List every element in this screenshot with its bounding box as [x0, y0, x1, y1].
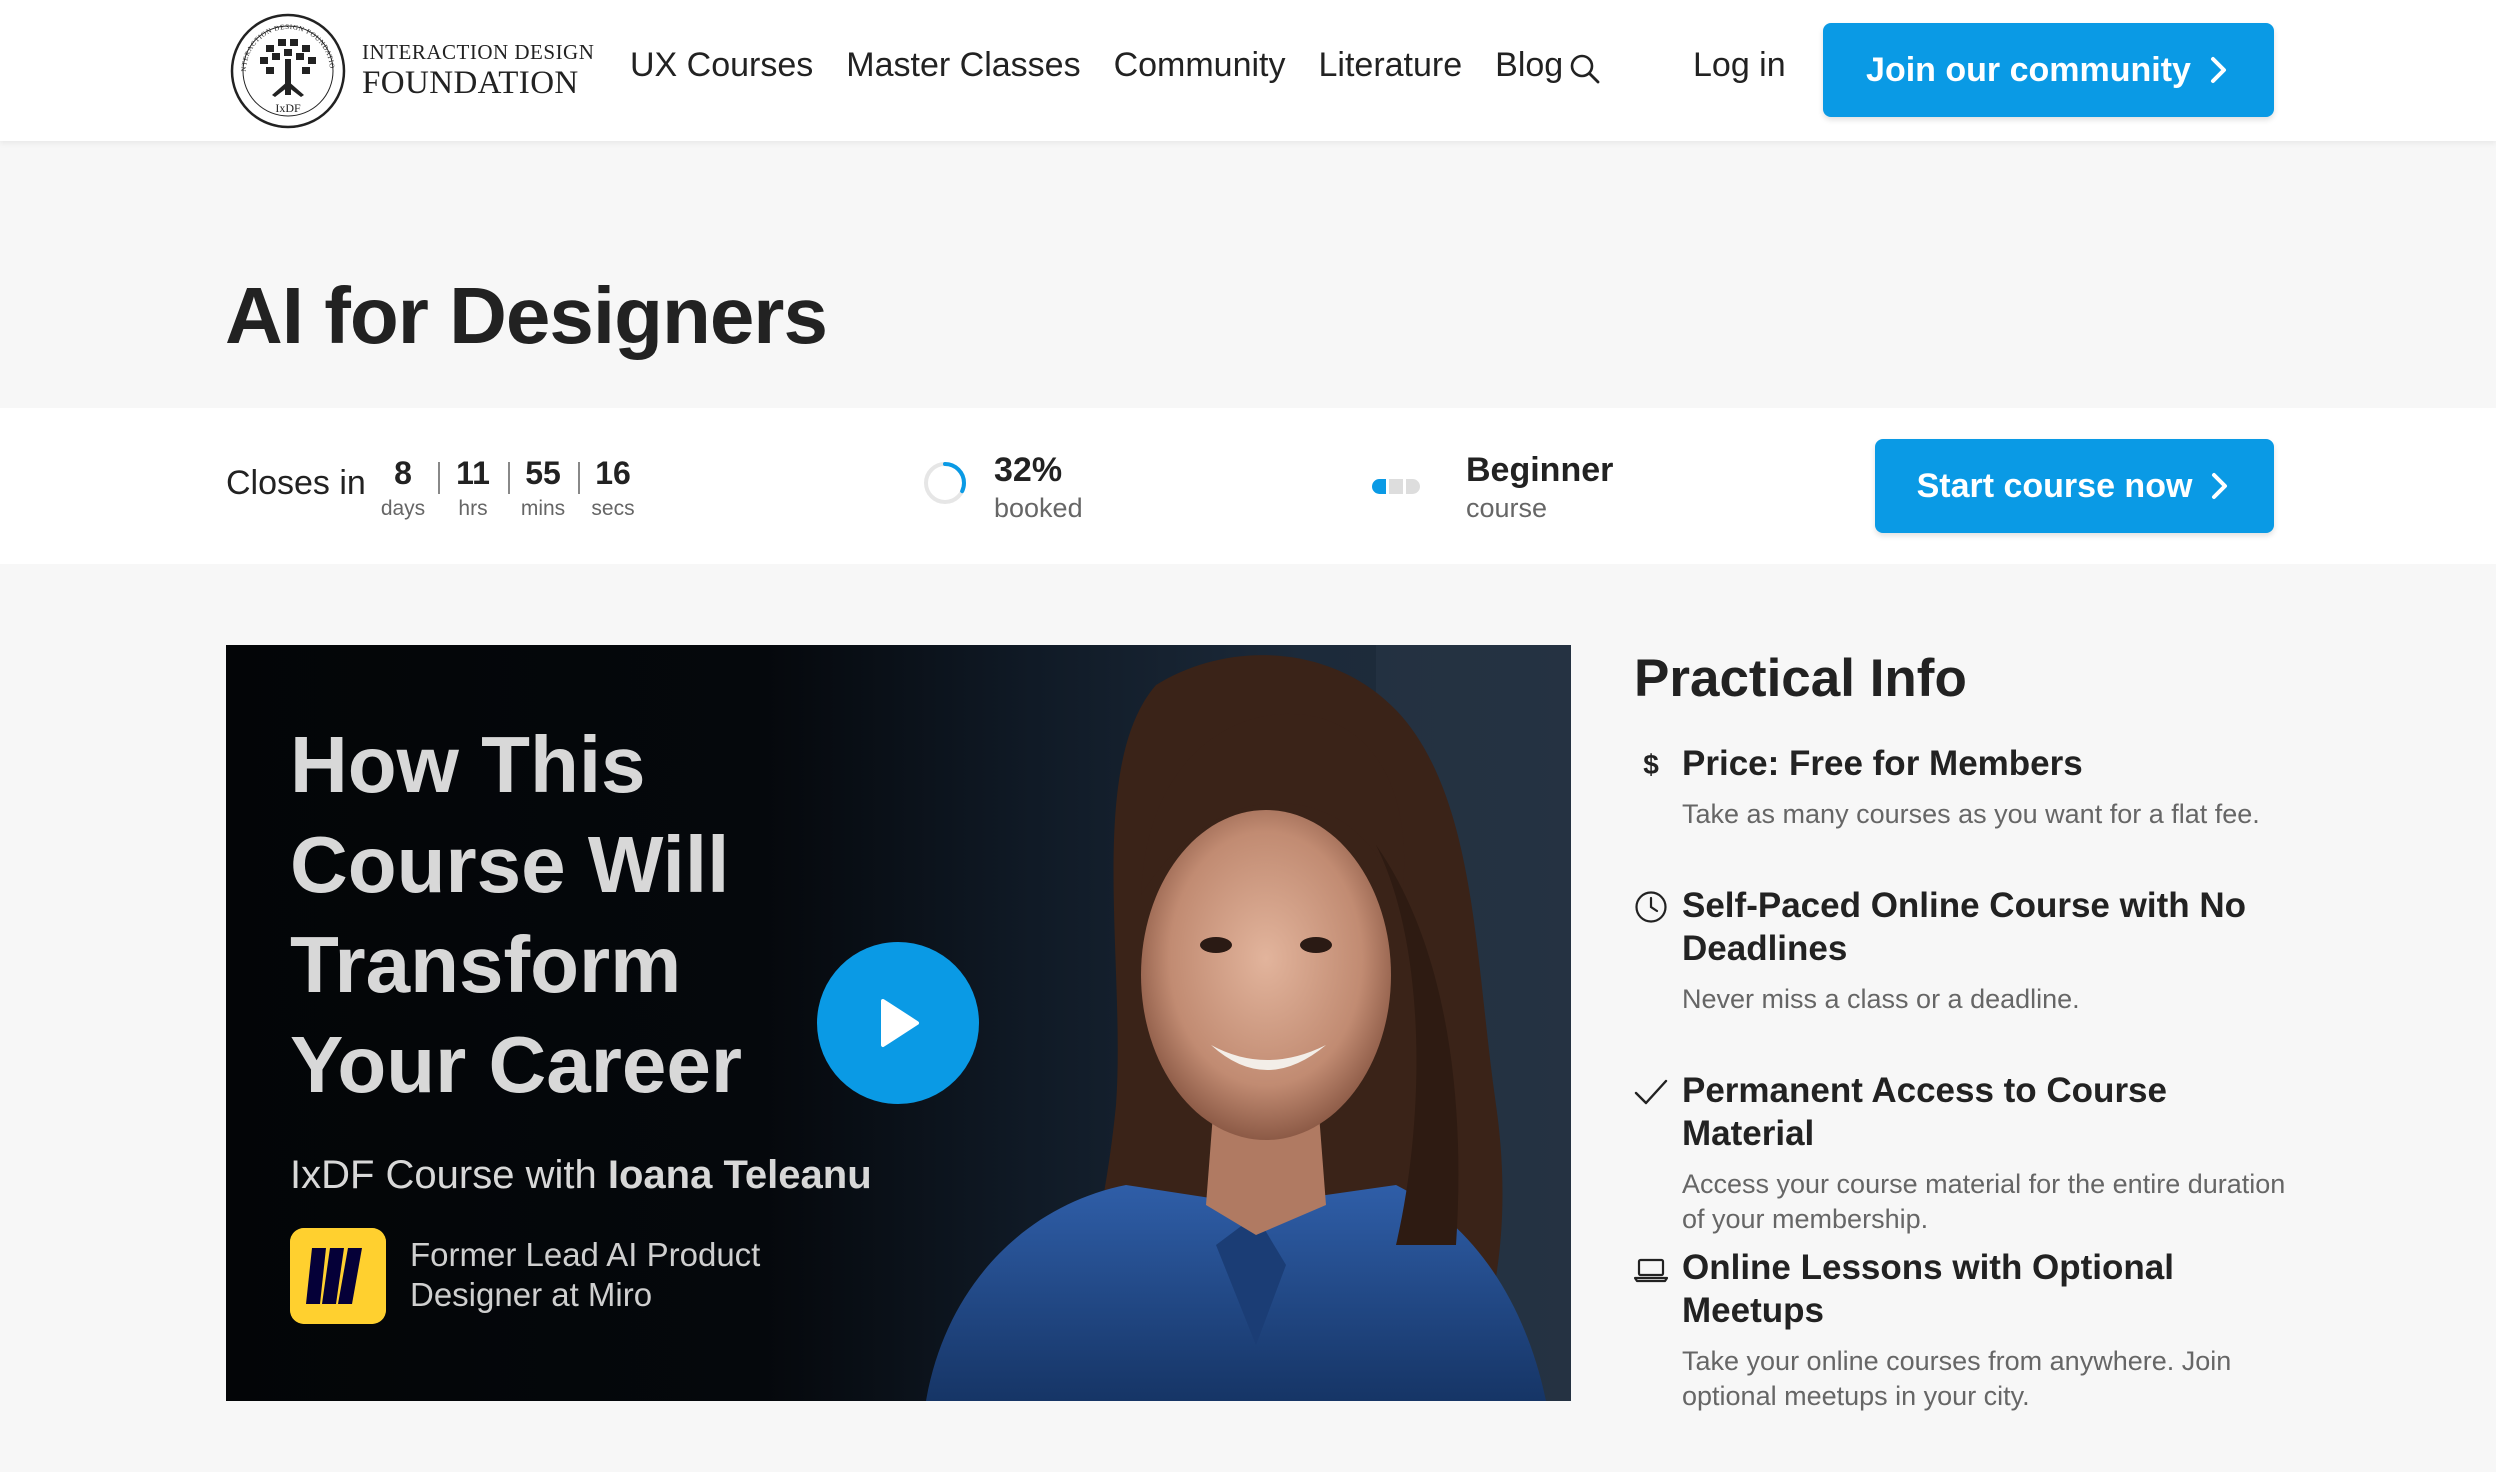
ixdf-logo[interactable]: IxDF INTERACTION DESIGN FOUNDATION INTER… [228, 10, 594, 131]
countdown-hours-value: 11 [456, 455, 490, 491]
countdown-days-label: days [380, 497, 426, 521]
nav-master-classes[interactable]: Master Classes [846, 46, 1080, 85]
level-segment [1406, 479, 1420, 494]
info-item-online-lessons-title: Online Lessons with Optional Meetups [1682, 1248, 2174, 1330]
course-level-indicator-icon [1372, 479, 1423, 494]
video-subtitle-prefix: IxDF Course with [290, 1153, 608, 1197]
nav-community[interactable]: Community [1114, 46, 1286, 85]
course-intro-video[interactable]: How This Course Will Transform Your Care… [226, 645, 1571, 1401]
clock-icon [1635, 891, 1667, 923]
miro-logo-icon [290, 1228, 386, 1324]
seal-text: IxDF [275, 101, 301, 115]
countdown-seconds-label: secs [591, 497, 635, 521]
booked-stat: 32% booked [994, 451, 1083, 524]
search-icon[interactable] [1568, 52, 1602, 86]
info-item-price: $ Price: Free for Members Take as many c… [1634, 742, 2294, 832]
countdown-seconds: 16 secs [578, 455, 648, 521]
countdown-days-value: 8 [394, 455, 412, 491]
video-headline-line-2: Course Will [290, 820, 730, 909]
join-community-label: Join our community [1866, 50, 2191, 89]
chevron-right-icon [2210, 57, 2226, 83]
dollar-icon: $ [1643, 749, 1659, 780]
start-course-label: Start course now [1916, 466, 2193, 505]
login-link[interactable]: Log in [1693, 46, 1786, 85]
info-item-online-lessons-desc: Take your online courses from anywhere. … [1682, 1346, 2232, 1411]
course-info-bar: Closes in 8 days 11 hrs 55 mins 16 secs … [0, 408, 2496, 564]
nav-blog[interactable]: Blog [1495, 46, 1563, 85]
closes-in-label: Closes in [226, 464, 366, 502]
video-subtitle: IxDF Course with Ioana Teleanu [290, 1153, 872, 1198]
countdown-minutes-label: mins [520, 497, 566, 521]
ixdf-seal-icon: IxDF INTERACTION DESIGN FOUNDATION [228, 11, 346, 128]
logo-wordmark: INTERACTION DESIGN FOUNDATION [362, 39, 595, 101]
course-level-label: course [1466, 493, 1548, 524]
info-item-price-title: Price: Free for Members [1682, 744, 2083, 783]
instructor-role: Former Lead AI Product Designer at Miro [410, 1236, 761, 1313]
start-course-button[interactable]: Start course now [1875, 439, 2274, 533]
countdown-minutes-value: 55 [525, 455, 561, 491]
info-item-self-paced-desc: Never miss a class or a deadline. [1682, 984, 2080, 1014]
nav-ux-courses[interactable]: UX Courses [630, 46, 813, 85]
info-item-permanent-access-title: Permanent Access to Course Material [1682, 1071, 2167, 1153]
chevron-right-icon [2212, 473, 2228, 499]
svg-text:$: $ [1643, 749, 1659, 780]
info-item-self-paced: Self-Paced Online Course with No Deadlin… [1634, 884, 2294, 1017]
info-item-price-desc: Take as many courses as you want for a f… [1682, 799, 2260, 829]
video-headline-line-1: How This [290, 720, 646, 809]
info-item-permanent-access-desc: Access your course material for the enti… [1682, 1169, 2286, 1234]
countdown-hours: 11 hrs [438, 455, 508, 521]
countdown-hours-label: hrs [458, 497, 488, 521]
countdown-timer: 8 days 11 hrs 55 mins 16 secs [368, 455, 648, 521]
instructor-name: Ioana Teleanu [607, 1153, 872, 1197]
join-community-button[interactable]: Join our community [1823, 23, 2274, 117]
info-item-online-lessons: Online Lessons with Optional Meetups Tak… [1634, 1246, 2294, 1414]
logo-line-2: FOUNDATION [362, 64, 579, 101]
booked-value: 32% [994, 451, 1063, 489]
page-title: AI for Designers [225, 271, 828, 360]
site-header: IxDF INTERACTION DESIGN FOUNDATION INTER… [0, 0, 2496, 141]
play-icon [881, 999, 919, 1047]
level-segment [1372, 479, 1386, 494]
countdown-days: 8 days [368, 455, 438, 521]
booked-progress-ring-icon [924, 462, 966, 504]
booked-label: booked [994, 493, 1083, 524]
info-item-self-paced-title: Self-Paced Online Course with No Deadlin… [1682, 886, 2246, 968]
level-segment [1389, 479, 1403, 494]
practical-info-title: Practical Info [1634, 649, 1967, 708]
info-item-permanent-access: Permanent Access to Course Material Acce… [1634, 1069, 2294, 1237]
course-level-value: Beginner [1466, 451, 1614, 489]
play-button[interactable] [817, 942, 979, 1104]
checkmark-icon [1634, 1079, 1668, 1105]
countdown-seconds-value: 16 [595, 455, 631, 491]
countdown-minutes: 55 mins [508, 455, 578, 521]
course-level: Beginner course [1466, 451, 1614, 524]
nav-literature[interactable]: Literature [1319, 46, 1463, 85]
logo-line-1: INTERACTION DESIGN [362, 39, 595, 64]
laptop-icon [1634, 1258, 1668, 1283]
main-nav: UX Courses Master Classes Community Lite… [630, 46, 1596, 85]
